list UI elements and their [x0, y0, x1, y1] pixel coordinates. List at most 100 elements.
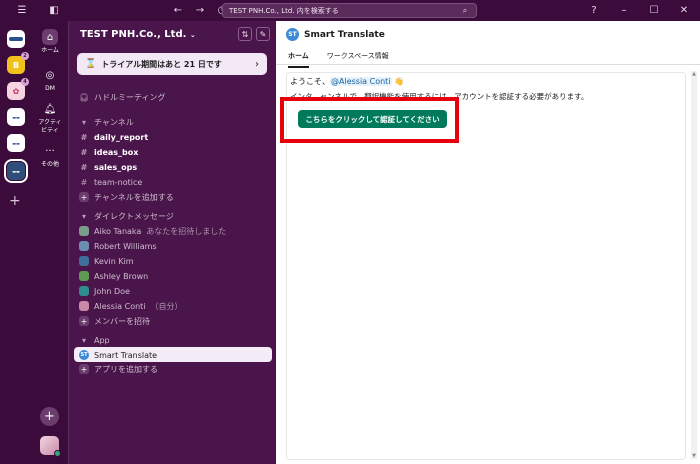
welcome-message: ようこそ、@Alessia Conti 👋	[290, 76, 404, 87]
dm-header-label: ダイレクトメッセージ	[94, 211, 174, 221]
close-icon[interactable]: ✕	[676, 2, 692, 18]
filter-icon[interactable]: ⇅	[238, 27, 252, 41]
tab-workspace-info[interactable]: ワークスペース情報	[327, 51, 389, 68]
channel-name: team-notice	[94, 177, 143, 187]
channel-name: ideas_box	[94, 147, 139, 157]
dm-name: Ashley Brown	[94, 271, 149, 281]
nav-dm[interactable]: ◎ DM	[32, 67, 68, 93]
channel-item[interactable]: # sales_ops	[79, 160, 137, 174]
workspace-switcher-2[interactable]: B 2	[7, 52, 29, 74]
dm-note: あなたを招待しました	[146, 226, 227, 236]
search-input[interactable]: TEST PNH.Co., Ltd. 内を検索する ⌕	[222, 3, 477, 18]
app-title[interactable]: Smart Translate	[304, 30, 385, 40]
add-workspace-icon[interactable]: +	[9, 193, 21, 209]
scrollbar[interactable]: ▲ ▼	[691, 71, 697, 459]
app-section-header[interactable]: ▾ App	[79, 333, 110, 347]
scroll-down-icon[interactable]: ▼	[691, 453, 697, 459]
dm-name: Kevin Kim	[94, 256, 134, 266]
hourglass-icon: ⌛	[85, 59, 97, 69]
welcome-prefix: ようこそ、	[290, 77, 330, 86]
app-name: Smart Translate	[94, 350, 158, 360]
avatar	[79, 241, 89, 251]
wave-emoji-icon: 👋	[394, 77, 405, 86]
channels-section-header[interactable]: ▾ チャンネル	[79, 115, 134, 129]
avatar	[79, 271, 89, 281]
plus-icon: +	[79, 192, 89, 202]
workspace-name-button[interactable]: TEST PNH.Co., Ltd. ⌄	[80, 29, 196, 40]
dm-name: Aiko Tanaka	[94, 226, 142, 236]
unread-badge: 4	[21, 78, 29, 86]
app-header: ST Smart Translate	[286, 28, 385, 41]
avatar	[79, 226, 89, 236]
sidebar-toggle-icon[interactable]: ◧	[46, 2, 62, 18]
huddle-item[interactable]: 🎧︎ ハドルミーティング	[79, 90, 166, 104]
app-item-smart-translate[interactable]: ST Smart Translate	[79, 348, 157, 362]
plus-icon: +	[79, 316, 89, 326]
workspace-switcher-5[interactable]: ▬▬	[7, 134, 25, 152]
dm-item[interactable]: Alessia Conti （自分）	[79, 299, 183, 313]
channel-item[interactable]: # ideas_box	[79, 145, 139, 159]
scroll-up-icon[interactable]: ▲	[691, 71, 697, 77]
huddle-label: ハドルミーティング	[94, 92, 166, 102]
chevron-right-icon: ›	[255, 58, 259, 70]
forward-arrow-icon[interactable]: →	[192, 2, 208, 18]
compose-plus-button[interactable]: +	[40, 407, 59, 426]
workspace-switcher-4[interactable]: ▬▬	[7, 108, 25, 126]
channel-item[interactable]: # team-notice	[79, 175, 143, 189]
nav-activity-label-1: アクティ	[38, 119, 62, 126]
workspace-logo-icon: B	[12, 60, 20, 70]
user-mention[interactable]: @Alessia Conti	[330, 77, 392, 86]
nav-home[interactable]: ⌂ ホーム	[32, 29, 68, 55]
dm-name: Alessia Conti	[94, 301, 146, 311]
maximize-icon[interactable]: ☐	[646, 2, 662, 18]
search-icon: ⌕	[462, 5, 468, 15]
avatar	[79, 256, 89, 266]
tab-home[interactable]: ホーム	[288, 51, 309, 68]
channel-name: sales_ops	[94, 162, 138, 172]
minimize-icon[interactable]: –	[616, 2, 632, 18]
channel-item[interactable]: # daily_report	[79, 130, 149, 144]
workspace-name: TEST PNH.Co., Ltd.	[80, 29, 187, 40]
dm-item[interactable]: Aiko Tanaka あなたを招待しました	[79, 224, 226, 238]
trial-label: トライアル期間はあと 21 日です	[101, 59, 222, 69]
avatar	[79, 286, 89, 296]
dm-item[interactable]: Kevin Kim	[79, 254, 134, 268]
dm-section-header[interactable]: ▾ ダイレクトメッセージ	[79, 209, 174, 223]
hash-icon: #	[80, 162, 88, 172]
dm-icon: ◎	[45, 69, 55, 81]
new-message-icon[interactable]: ✎	[256, 27, 270, 41]
workspace-switcher-active[interactable]: ▬▬	[4, 159, 28, 183]
add-channel-label: チャンネルを追加する	[94, 192, 174, 202]
add-app-item[interactable]: + アプリを追加する	[79, 362, 158, 376]
caret-down-icon: ▾	[81, 211, 86, 221]
nav-more[interactable]: ··· その他	[32, 143, 68, 169]
nav-activity-label-2: ビティ	[41, 127, 59, 134]
menu-icon[interactable]: ☰	[14, 2, 30, 18]
headphones-icon: 🎧︎	[78, 92, 90, 102]
dm-name: Robert Williams	[94, 241, 157, 251]
nav-home-label: ホーム	[41, 47, 59, 54]
unread-badge: 2	[21, 52, 29, 60]
chevron-down-icon: ⌄	[189, 31, 196, 39]
trial-banner[interactable]: ⌛ トライアル期間はあと 21 日です ›	[77, 53, 267, 75]
add-app-label: アプリを追加する	[94, 364, 158, 374]
tab-bar: ホーム ワークスペース情報	[288, 51, 389, 68]
invite-members-item[interactable]: + メンバーを招待	[79, 314, 150, 328]
search-placeholder: TEST PNH.Co., Ltd. 内を検索する	[229, 6, 339, 15]
workspace-logo-icon: ▬▬	[12, 168, 20, 174]
dm-item[interactable]: Robert Williams	[79, 239, 157, 253]
user-avatar[interactable]	[40, 436, 61, 457]
workspace-switcher-1[interactable]	[7, 30, 25, 48]
workspace-switcher-3[interactable]: ✿ 4	[7, 78, 29, 100]
back-arrow-icon[interactable]: ←	[170, 2, 186, 18]
dm-item[interactable]: John Doe	[79, 284, 130, 298]
dm-item[interactable]: Ashley Brown	[79, 269, 148, 283]
avatar	[79, 301, 89, 311]
add-channel-item[interactable]: + チャンネルを追加する	[79, 190, 174, 204]
invite-members-label: メンバーを招待	[94, 316, 150, 326]
nav-activity[interactable]: 🔔︎ アクティ ビティ	[32, 101, 68, 135]
dm-note: （自分）	[150, 301, 183, 311]
nav-dm-label: DM	[45, 85, 55, 92]
help-icon[interactable]: ?	[586, 2, 602, 18]
title-bar: ☰ ◧ ← → ◷ TEST PNH.Co., Ltd. 内を検索する ⌕ ? …	[0, 0, 700, 21]
